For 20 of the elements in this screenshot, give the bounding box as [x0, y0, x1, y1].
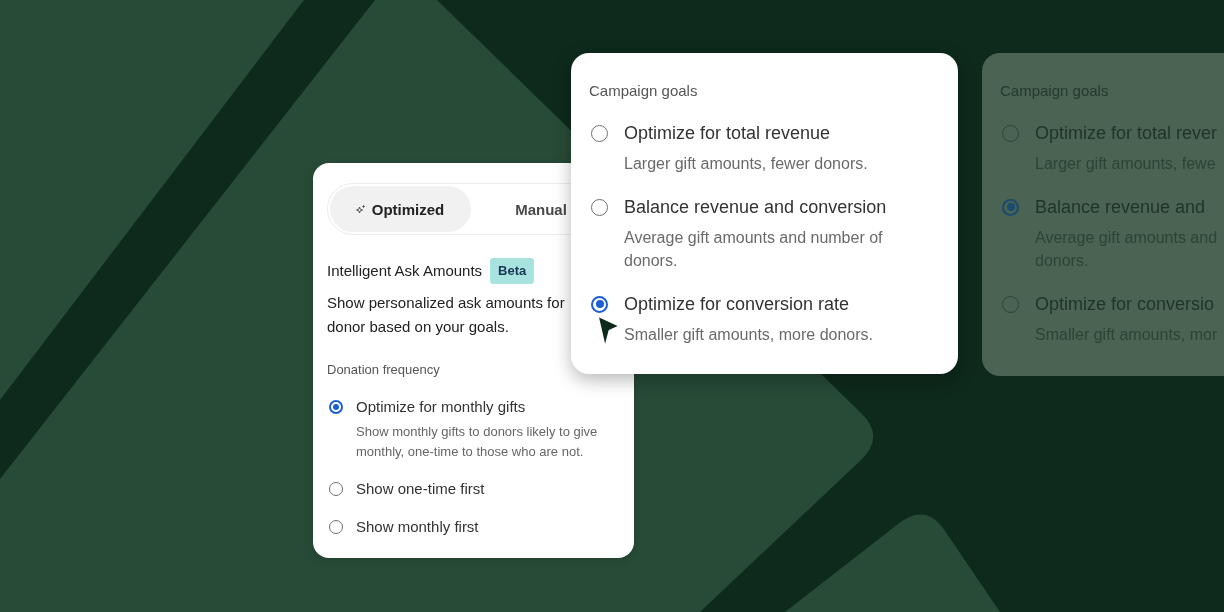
option-label: Optimize for monthly gifts	[356, 397, 526, 417]
option-label: Optimize for total revenue	[624, 122, 831, 145]
mode-tab[interactable]: Optimized	[329, 186, 471, 232]
beta-badge: Beta	[490, 258, 535, 284]
option-label: Balance revenue and conversion	[624, 196, 887, 219]
radio-button[interactable]	[329, 400, 343, 414]
feature-description: Show personalized ask amounts for donor based on your goals.	[327, 293, 566, 337]
popup-title: Campaign goals	[589, 81, 699, 101]
option-label: Show monthly first	[356, 517, 479, 537]
option-description: Smaller gift amounts, more donors.	[624, 325, 873, 345]
option-description: Show monthly gifts to donors likely to give monthly, one-time to those who are not.	[356, 423, 599, 461]
option-label: Optimize for conversion rate	[624, 293, 850, 316]
section-label: Donation frequency	[327, 361, 441, 379]
option-description: Larger gift amounts, fewer donors.	[624, 154, 868, 174]
option-label: Show one-time first	[356, 479, 485, 499]
option-description: Average gift amounts and number of donors.	[624, 228, 884, 271]
radio-button[interactable]	[591, 295, 608, 313]
sparkle-icon	[355, 204, 366, 214]
radio-button[interactable]	[1002, 198, 1019, 216]
feature-title: Intelligent Ask Amounts	[327, 261, 483, 281]
